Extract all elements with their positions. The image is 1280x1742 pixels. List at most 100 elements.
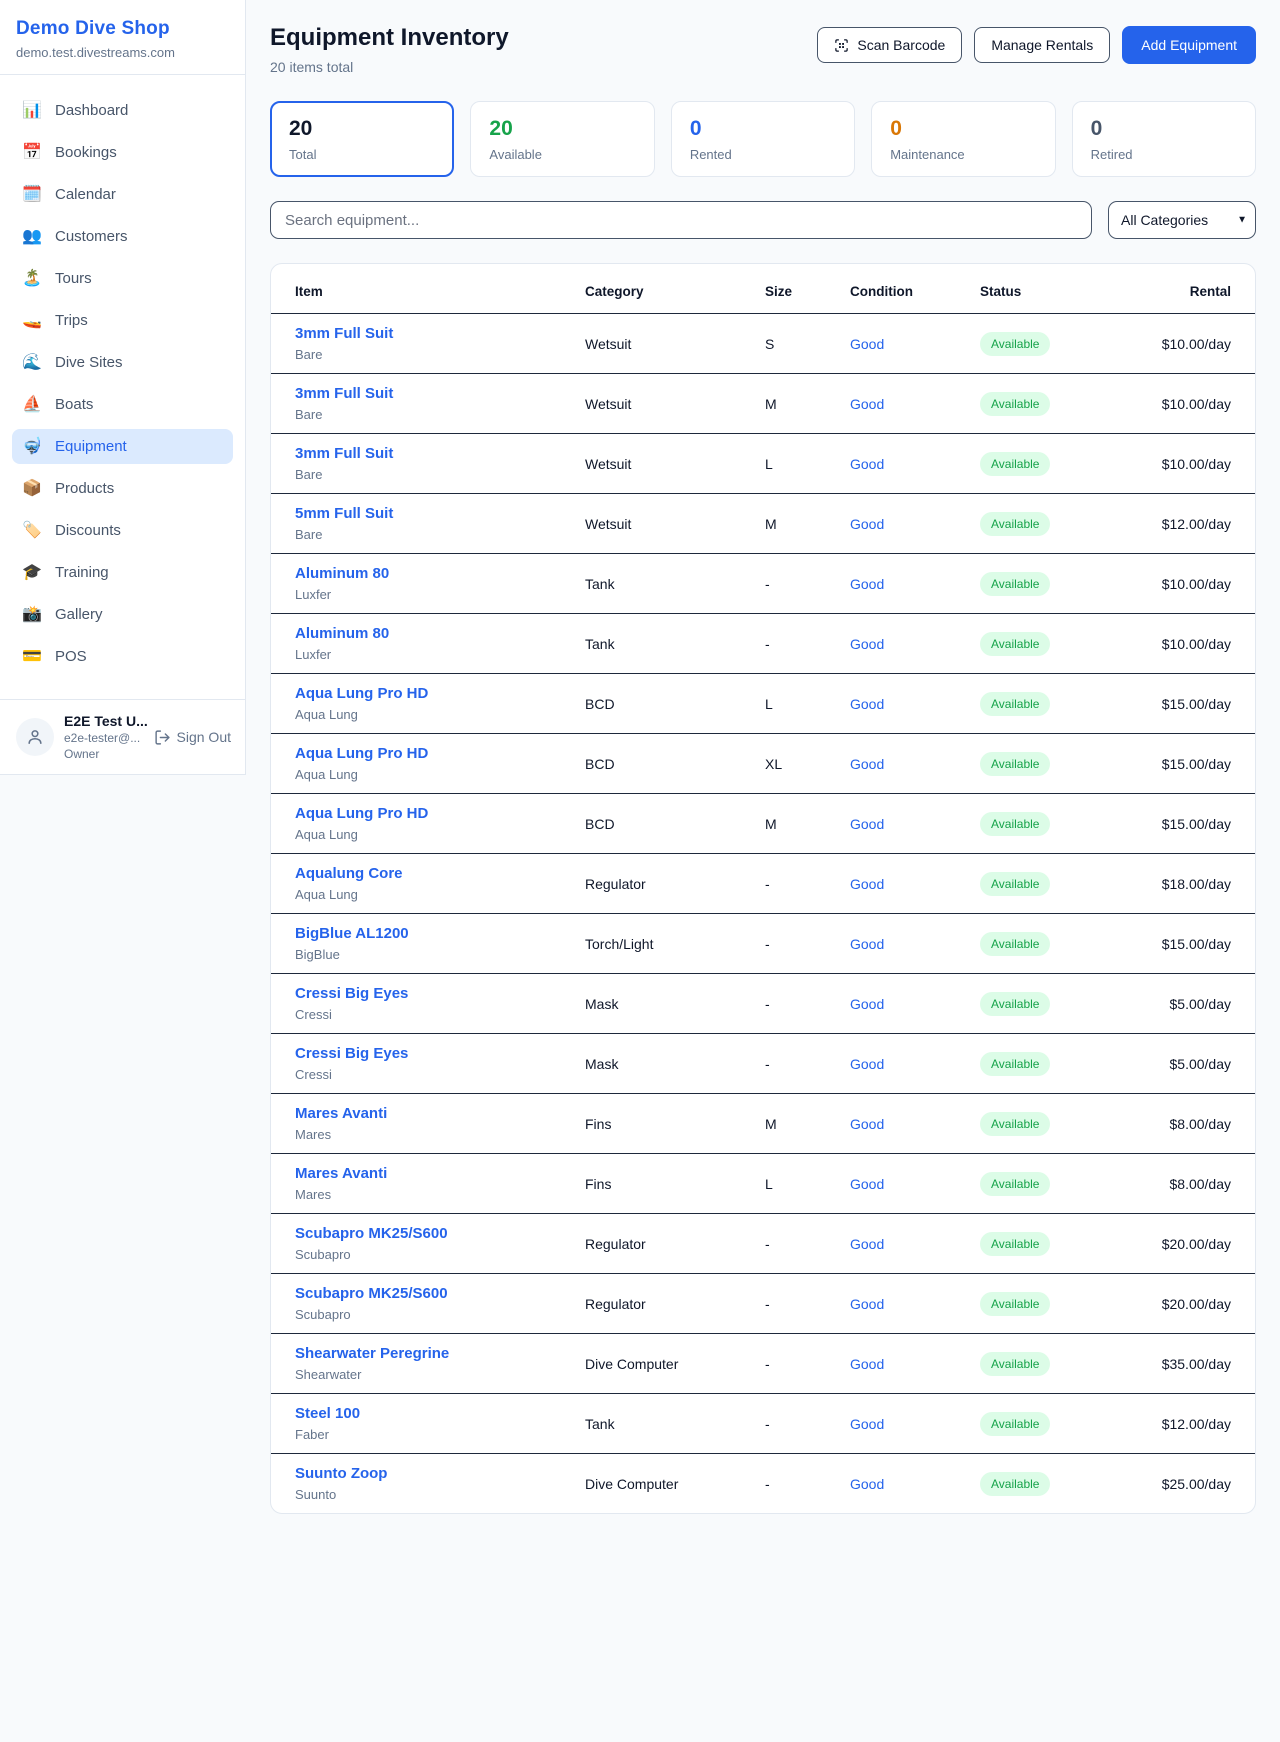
scan-barcode-button[interactable]: Scan Barcode xyxy=(817,27,962,63)
sidebar-item-customers[interactable]: 👥Customers xyxy=(12,219,233,254)
status-badge: Available xyxy=(980,1472,1050,1496)
stat-card-retired[interactable]: 0Retired xyxy=(1072,101,1256,177)
category-cell: BCD xyxy=(585,816,765,832)
item-link[interactable]: Aqua Lung Pro HD xyxy=(295,685,428,702)
stat-card-total[interactable]: 20Total xyxy=(270,101,454,177)
sidebar-item-training[interactable]: 🎓Training xyxy=(12,555,233,590)
status-cell: Available xyxy=(980,512,1140,536)
condition-link[interactable]: Good xyxy=(850,876,884,892)
manage-rentals-button[interactable]: Manage Rentals xyxy=(974,27,1110,63)
item-link[interactable]: Aluminum 80 xyxy=(295,625,389,642)
category-cell: Regulator xyxy=(585,876,765,892)
item-brand: Faber xyxy=(295,1427,585,1442)
table-row: 5mm Full SuitBareWetsuitMGoodAvailable$1… xyxy=(271,493,1255,553)
condition-link[interactable]: Good xyxy=(850,576,884,592)
sidebar-item-discounts[interactable]: 🏷️Discounts xyxy=(12,513,233,548)
item-link[interactable]: Scubapro MK25/S600 xyxy=(295,1225,448,1242)
sidebar-item-trips[interactable]: 🚤Trips xyxy=(12,303,233,338)
sign-out-button[interactable]: Sign Out xyxy=(154,729,233,746)
condition-link[interactable]: Good xyxy=(850,516,884,532)
item-link[interactable]: 3mm Full Suit xyxy=(295,445,393,462)
item-link[interactable]: Aluminum 80 xyxy=(295,565,389,582)
condition-link[interactable]: Good xyxy=(850,816,884,832)
sidebar-item-calendar[interactable]: 🗓️Calendar xyxy=(12,177,233,212)
item-link[interactable]: Aqua Lung Pro HD xyxy=(295,745,428,762)
table-row: 3mm Full SuitBareWetsuitMGoodAvailable$1… xyxy=(271,373,1255,433)
condition-link[interactable]: Good xyxy=(850,756,884,772)
add-equipment-button[interactable]: Add Equipment xyxy=(1122,26,1256,64)
column-header-status: Status xyxy=(980,284,1140,299)
user-role: Owner xyxy=(64,747,144,761)
status-badge: Available xyxy=(980,632,1050,656)
sidebar-item-dive-sites[interactable]: 🌊Dive Sites xyxy=(12,345,233,380)
sidebar-item-label: Gallery xyxy=(55,606,103,623)
condition-cell: Good xyxy=(850,456,980,472)
item-link[interactable]: Suunto Zoop xyxy=(295,1465,387,1482)
size-cell: - xyxy=(765,936,850,952)
status-badge: Available xyxy=(980,1052,1050,1076)
sidebar-item-gallery[interactable]: 📸Gallery xyxy=(12,597,233,632)
item-link[interactable]: Shearwater Peregrine xyxy=(295,1345,449,1362)
item-link[interactable]: Aqualung Core xyxy=(295,865,403,882)
filter-row: All Categories ▼ xyxy=(270,201,1256,239)
status-badge: Available xyxy=(980,1292,1050,1316)
sidebar-item-products[interactable]: 📦Products xyxy=(12,471,233,506)
item-brand: Bare xyxy=(295,347,585,362)
category-cell: Tank xyxy=(585,576,765,592)
status-cell: Available xyxy=(980,932,1140,956)
category-cell: Mask xyxy=(585,996,765,1012)
condition-cell: Good xyxy=(850,936,980,952)
condition-link[interactable]: Good xyxy=(850,936,884,952)
status-badge: Available xyxy=(980,992,1050,1016)
item-link[interactable]: Scubapro MK25/S600 xyxy=(295,1285,448,1302)
item-link[interactable]: Mares Avanti xyxy=(295,1105,387,1122)
item-link[interactable]: 5mm Full Suit xyxy=(295,505,393,522)
wave-icon: 🌊 xyxy=(22,355,42,371)
condition-link[interactable]: Good xyxy=(850,1416,884,1432)
item-link[interactable]: Aqua Lung Pro HD xyxy=(295,805,428,822)
condition-link[interactable]: Good xyxy=(850,1176,884,1192)
sidebar-item-equipment[interactable]: 🤿Equipment xyxy=(12,429,233,464)
status-badge: Available xyxy=(980,572,1050,596)
item-link[interactable]: 3mm Full Suit xyxy=(295,325,393,342)
item-link[interactable]: 3mm Full Suit xyxy=(295,385,393,402)
column-header-category: Category xyxy=(585,284,765,299)
condition-link[interactable]: Good xyxy=(850,456,884,472)
condition-link[interactable]: Good xyxy=(850,1476,884,1492)
condition-link[interactable]: Good xyxy=(850,1356,884,1372)
stat-card-rented[interactable]: 0Rented xyxy=(671,101,855,177)
item-cell: Scubapro MK25/S600Scubapro xyxy=(295,1225,585,1262)
condition-link[interactable]: Good xyxy=(850,1056,884,1072)
condition-link[interactable]: Good xyxy=(850,696,884,712)
item-link[interactable]: BigBlue AL1200 xyxy=(295,925,409,942)
column-header-item: Item xyxy=(295,284,585,299)
condition-link[interactable]: Good xyxy=(850,996,884,1012)
condition-link[interactable]: Good xyxy=(850,336,884,352)
search-input[interactable] xyxy=(270,201,1092,239)
condition-link[interactable]: Good xyxy=(850,396,884,412)
sidebar-item-pos[interactable]: 💳POS xyxy=(12,639,233,674)
tag-icon: 🏷️ xyxy=(22,523,42,539)
condition-link[interactable]: Good xyxy=(850,1116,884,1132)
condition-link[interactable]: Good xyxy=(850,1296,884,1312)
item-brand: Suunto xyxy=(295,1487,585,1502)
sidebar-item-tours[interactable]: 🏝️Tours xyxy=(12,261,233,296)
item-link[interactable]: Mares Avanti xyxy=(295,1165,387,1182)
item-link[interactable]: Cressi Big Eyes xyxy=(295,985,408,1002)
stat-card-available[interactable]: 20Available xyxy=(470,101,654,177)
rental-cell: $5.00/day xyxy=(1140,996,1231,1012)
sidebar-item-bookings[interactable]: 📅Bookings xyxy=(12,135,233,170)
table-row: Mares AvantiMaresFinsLGoodAvailable$8.00… xyxy=(271,1153,1255,1213)
sidebar-item-dashboard[interactable]: 📊Dashboard xyxy=(12,93,233,128)
category-select[interactable]: All Categories xyxy=(1108,201,1256,239)
sidebar-item-boats[interactable]: ⛵Boats xyxy=(12,387,233,422)
condition-cell: Good xyxy=(850,1476,980,1492)
item-link[interactable]: Steel 100 xyxy=(295,1405,360,1422)
rental-cell: $20.00/day xyxy=(1140,1236,1231,1252)
condition-link[interactable]: Good xyxy=(850,636,884,652)
item-link[interactable]: Cressi Big Eyes xyxy=(295,1045,408,1062)
stat-card-maintenance[interactable]: 0Maintenance xyxy=(871,101,1055,177)
condition-link[interactable]: Good xyxy=(850,1236,884,1252)
stat-value: 0 xyxy=(690,117,836,141)
status-cell: Available xyxy=(980,1232,1140,1256)
